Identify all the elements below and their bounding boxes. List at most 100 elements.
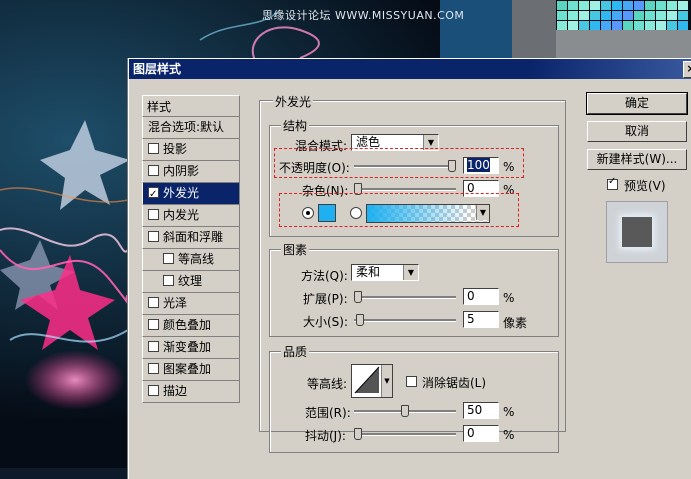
gradient-picker[interactable]: ▼ [366, 204, 490, 223]
quality-title: 品质 [281, 343, 310, 360]
swatch-cell[interactable] [590, 21, 600, 30]
swatch-cell[interactable] [601, 11, 611, 20]
swatch-cell[interactable] [656, 11, 666, 20]
style-checkbox[interactable] [148, 184, 159, 205]
style-item[interactable]: 纹理 [142, 271, 240, 293]
opacity-input[interactable]: 100 [463, 157, 499, 174]
style-item[interactable]: 图案叠加 [142, 359, 240, 381]
percent-unit: % [503, 291, 515, 305]
slider-thumb[interactable] [355, 314, 364, 326]
style-checkbox[interactable] [148, 165, 159, 176]
style-item[interactable]: 内阴影 [142, 161, 240, 183]
swatch-cell[interactable] [645, 21, 655, 30]
close-button[interactable]: × [683, 61, 691, 78]
method-select[interactable]: 柔和 ▼ [351, 264, 419, 281]
percent-unit: % [503, 160, 515, 174]
outer-glow-title: 外发光 [273, 93, 314, 110]
swatch-cell[interactable] [590, 1, 600, 10]
swatch-cell[interactable] [579, 11, 589, 20]
style-item[interactable]: 渐变叠加 [142, 337, 240, 359]
range-input[interactable]: 50 [463, 402, 499, 419]
style-item[interactable]: 混合选项:默认 [142, 117, 240, 139]
style-item[interactable]: 外发光 [142, 183, 240, 205]
slider-thumb[interactable] [354, 291, 362, 303]
spread-input[interactable]: 0 [463, 288, 499, 305]
slider-thumb[interactable] [354, 428, 362, 440]
style-item[interactable]: 等高线 [142, 249, 240, 271]
style-checkbox[interactable] [148, 341, 159, 352]
contour-picker[interactable]: ▼ [351, 364, 393, 398]
jitter-input[interactable]: 0 [463, 425, 499, 442]
slider-thumb[interactable] [448, 160, 456, 172]
size-slider[interactable] [354, 314, 456, 326]
cancel-button[interactable]: 取消 [587, 121, 687, 142]
swatch-cell[interactable] [623, 21, 633, 30]
range-slider[interactable] [354, 405, 456, 417]
swatch-cell[interactable] [557, 11, 567, 20]
size-input[interactable]: 5 [463, 311, 499, 328]
style-item[interactable]: 描边 [142, 381, 240, 403]
structure-title: 结构 [281, 117, 310, 134]
swatch-cell[interactable] [678, 21, 688, 30]
spread-slider[interactable] [354, 291, 456, 303]
swatch-cell[interactable] [568, 1, 578, 10]
swatch-cell[interactable] [634, 11, 644, 20]
style-item[interactable]: 投影 [142, 139, 240, 161]
swatch-cell[interactable] [568, 21, 578, 30]
style-item[interactable]: 颜色叠加 [142, 315, 240, 337]
dialog-titlebar[interactable]: 图层样式 × [129, 59, 691, 79]
style-checkbox[interactable] [148, 231, 159, 242]
styles-header[interactable]: 样式 [142, 95, 240, 117]
swatch-cell[interactable] [634, 21, 644, 30]
style-item-label: 内阴影 [163, 164, 200, 178]
style-item-label: 斜面和浮雕 [163, 230, 224, 244]
swatch-cell[interactable] [601, 1, 611, 10]
swatch-cell[interactable] [557, 1, 567, 10]
opacity-slider[interactable] [354, 160, 456, 172]
swatch-cell[interactable] [667, 1, 677, 10]
swatch-cell[interactable] [612, 21, 622, 30]
gradient-radio[interactable] [350, 207, 362, 219]
style-checkbox[interactable] [163, 253, 174, 264]
swatch-cell[interactable] [623, 11, 633, 20]
glow-color-swatch[interactable] [318, 204, 336, 222]
swatch-cell[interactable] [667, 21, 677, 30]
style-checkbox[interactable] [148, 209, 159, 220]
new-style-button[interactable]: 新建样式(W)... [587, 149, 687, 170]
chevron-down-icon: ▼ [403, 265, 418, 280]
swatch-cell[interactable] [667, 11, 677, 20]
swatch-cell[interactable] [612, 11, 622, 20]
swatch-cell[interactable] [590, 11, 600, 20]
style-checkbox[interactable] [148, 143, 159, 154]
anti-alias-checkbox[interactable] [406, 376, 417, 387]
swatch-cell[interactable] [579, 21, 589, 30]
style-checkbox[interactable] [148, 319, 159, 330]
swatch-cell[interactable] [557, 21, 567, 30]
style-checkbox[interactable] [163, 275, 174, 286]
jitter-slider[interactable] [354, 428, 456, 440]
style-item[interactable]: 光泽 [142, 293, 240, 315]
swatch-cell[interactable] [656, 1, 666, 10]
preview-checkbox[interactable] [607, 176, 618, 190]
swatch-cell[interactable] [579, 1, 589, 10]
swatch-cell[interactable] [623, 1, 633, 10]
swatch-cell[interactable] [678, 11, 688, 20]
swatch-cell[interactable] [645, 1, 655, 10]
ok-button[interactable]: 确定 [586, 92, 688, 115]
solid-color-radio[interactable] [302, 207, 314, 219]
swatch-cell[interactable] [678, 1, 688, 10]
swatch-cell[interactable] [612, 1, 622, 10]
style-checkbox[interactable] [148, 363, 159, 374]
swatch-cell[interactable] [645, 11, 655, 20]
panel-strip [512, 0, 556, 60]
swatch-cell[interactable] [656, 21, 666, 30]
blend-mode-value: 滤色 [356, 135, 381, 149]
style-item[interactable]: 内发光 [142, 205, 240, 227]
style-checkbox[interactable] [148, 385, 159, 396]
swatch-cell[interactable] [601, 21, 611, 30]
slider-thumb[interactable] [401, 405, 409, 417]
style-checkbox[interactable] [148, 297, 159, 308]
style-item[interactable]: 斜面和浮雕 [142, 227, 240, 249]
swatch-cell[interactable] [634, 1, 644, 10]
swatch-cell[interactable] [568, 11, 578, 20]
